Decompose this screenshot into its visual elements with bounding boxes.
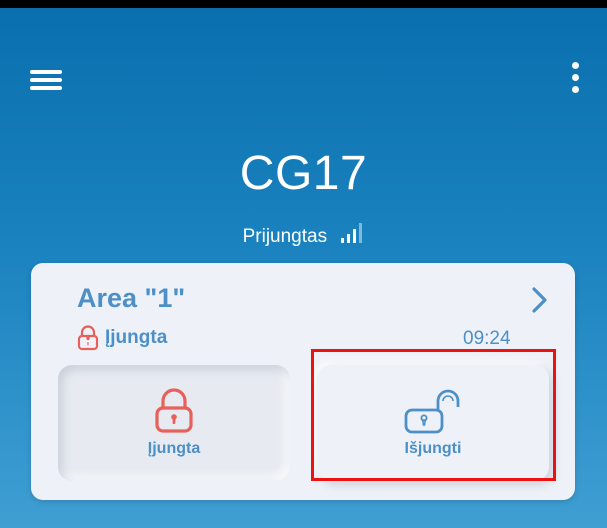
connection-status-label: Prijungtas [242, 226, 328, 247]
lock-closed-icon [155, 388, 193, 433]
disarm-button[interactable]: Išjungti [317, 365, 549, 481]
arm-button[interactable]: Įjungta [58, 365, 290, 481]
arm-button-label: Įjungta [147, 440, 201, 457]
device-name: CG17 [239, 147, 368, 200]
lock-closed-icon [77, 325, 99, 351]
connection-status: Prijungtas [0, 222, 607, 248]
kebab-menu-icon[interactable] [566, 60, 586, 96]
area-state: Įjungta [77, 325, 167, 351]
area-name: Area "1" [77, 283, 186, 313]
chevron-right-icon[interactable] [529, 285, 551, 315]
app-screen: CG17 Prijungtas Area "1" Įjungta 09:24 Į… [0, 8, 607, 528]
hamburger-menu-icon[interactable] [30, 68, 62, 92]
signal-strength-icon [341, 223, 363, 243]
area-card[interactable]: Area "1" Įjungta 09:24 Įjungta Išjungti [31, 263, 575, 500]
area-state-label: Įjungta [105, 327, 168, 348]
disarm-button-label: Išjungti [404, 440, 462, 457]
lock-open-icon [404, 389, 460, 434]
area-time: 09:24 [463, 328, 511, 349]
